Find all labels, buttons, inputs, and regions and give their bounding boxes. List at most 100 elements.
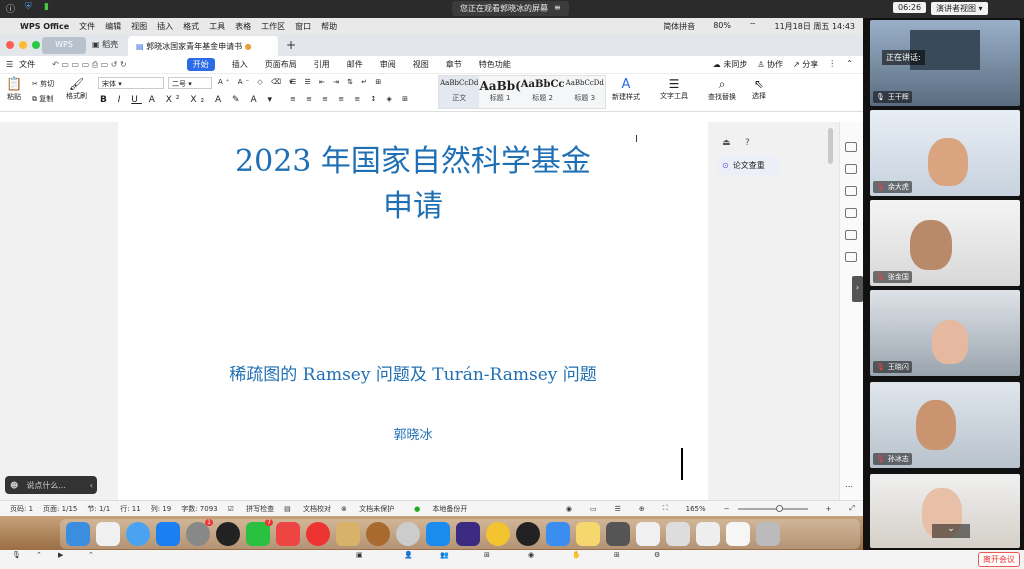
trash-icon[interactable] (756, 522, 780, 546)
backup-button[interactable]: ● 本地备份开 (404, 504, 467, 514)
edit-tool-icon[interactable] (845, 142, 857, 152)
screen-share-icon[interactable]: ▣ (356, 551, 368, 563)
participant-tile[interactable]: ⌄ (870, 474, 1020, 548)
tab-references[interactable]: 引用 (314, 59, 330, 70)
speaker-view-button[interactable]: 演讲者视图 ▾ (931, 2, 988, 15)
mac-menu-view[interactable]: 视图 (131, 21, 147, 32)
microphone-icon[interactable]: 🎙 (12, 551, 24, 563)
collab-button[interactable]: ♙ 协作 (757, 59, 783, 70)
web-view-icon[interactable]: ⊕ (639, 505, 645, 513)
participant-tile[interactable]: 🎙 张金国 (870, 200, 1020, 286)
more-icon[interactable]: ⋮ (828, 59, 836, 70)
zoom-slider[interactable] (737, 504, 808, 512)
menu-icon[interactable]: ≡ (554, 3, 561, 14)
feishu-icon[interactable] (546, 522, 570, 546)
document-title[interactable]: 2023 年国家自然科学基金 申请 (118, 146, 708, 222)
invite-icon[interactable]: 👤 (404, 551, 416, 563)
tab-home[interactable]: 开始 (186, 58, 215, 71)
share-button[interactable]: ↗ 分享 (793, 59, 818, 70)
zoom-in-icon[interactable]: + (826, 505, 832, 513)
participant-tile[interactable]: 🎙 孙冰志 (870, 382, 1020, 468)
battery-level[interactable]: 80% (713, 21, 731, 32)
close-window-icon[interactable] (6, 41, 14, 49)
text-tools-button[interactable]: ☰ 文字工具 (660, 77, 688, 101)
maximize-window-icon[interactable] (32, 41, 40, 49)
style-normal[interactable]: AaBbCcDd 正文 (439, 76, 480, 108)
chat-collapse-icon[interactable]: ‹ (90, 481, 93, 490)
cut-button[interactable]: ✂ 剪切 (32, 79, 54, 89)
mic-options-icon[interactable]: ⌃ (36, 551, 48, 563)
find-replace-button[interactable]: ⌕ 查找替换 (708, 77, 736, 102)
tab-chapter[interactable]: 章节 (446, 59, 462, 70)
collapse-ribbon-icon[interactable]: ⌃ (846, 59, 853, 70)
status-pages[interactable]: 页面: 1/15 (43, 504, 77, 514)
mac-menu-tools[interactable]: 工具 (209, 21, 225, 32)
tab-page-layout[interactable]: 页面布局 (265, 59, 297, 70)
font-family-select[interactable]: 宋体 ▾ (98, 77, 164, 89)
finder-icon[interactable] (66, 522, 90, 546)
collapse-panel-button[interactable]: › (852, 276, 863, 302)
tab-special[interactable]: 特色功能 (479, 59, 511, 70)
tex-icon[interactable] (396, 522, 420, 546)
qq-icon[interactable] (216, 522, 240, 546)
tab-mail[interactable]: 邮件 (347, 59, 363, 70)
font-size-select[interactable]: 二号 ▾ (168, 77, 212, 89)
participants-icon[interactable]: 👥 (440, 551, 452, 563)
font-size-tools[interactable]: A⁺ A⁻ ◇ ⌫ ▾ (218, 78, 296, 86)
music-icon[interactable] (306, 522, 330, 546)
document-subtitle[interactable]: 稀疏图的 Ramsey 问题及 Turán-Ramsey 问题 (118, 360, 708, 385)
chrome-icon[interactable] (486, 522, 510, 546)
status-col[interactable]: 列: 19 (151, 504, 172, 514)
new-style-button[interactable]: A 新建样式 (612, 77, 640, 102)
camera-icon[interactable]: ▶ (58, 551, 70, 563)
leave-meeting-button[interactable]: 离开会议 (978, 552, 1020, 567)
status-page[interactable]: 页码: 1 (10, 504, 33, 514)
page-view-icon[interactable]: ▭ (590, 505, 597, 513)
record-icon[interactable] (516, 522, 540, 546)
hamburger-icon[interactable]: ☰ (6, 60, 13, 69)
history-tool-icon[interactable] (845, 252, 857, 262)
outline-view-icon[interactable]: ☰ (615, 505, 621, 513)
paste-button[interactable]: 📋 粘贴 (6, 77, 22, 102)
more-apps-icon[interactable]: ⊞ (614, 551, 626, 563)
datetime[interactable]: 11月18日 周五 14:43 (775, 21, 856, 32)
help-icon[interactable]: ? (745, 138, 750, 148)
record-button-icon[interactable]: ◉ (528, 551, 540, 563)
mac-menu-insert[interactable]: 插入 (157, 21, 173, 32)
style-heading3[interactable]: AaBbCcDd 标题 3 (565, 76, 605, 108)
fullscreen-icon[interactable]: ⤢ (849, 504, 855, 513)
paper-check-button[interactable]: ⊙ 论文查重 (718, 156, 780, 175)
format-painter-button[interactable]: 🖌 格式刷 (66, 77, 87, 101)
more-tools-icon[interactable]: ⋯ (845, 482, 853, 491)
list-buttons[interactable]: ☰ ☰ ⇤ ⇥ ⇅ ↵ ⊞ (290, 78, 384, 86)
select-button[interactable]: ⇖ 选择 (752, 77, 766, 101)
tab-insert[interactable]: 插入 (232, 59, 248, 70)
signal-icon[interactable]: ▮ (44, 2, 49, 12)
shield-icon[interactable]: ⛨ (25, 2, 32, 12)
preview-icon[interactable] (696, 522, 720, 546)
app-name[interactable]: WPS Office (20, 22, 69, 31)
acorn-icon[interactable] (366, 522, 390, 546)
menu-file[interactable]: 文件 (19, 59, 35, 70)
panel-toggle-icon[interactable]: ⏏ (722, 138, 731, 148)
status-words[interactable]: 字数: 7093 (181, 504, 217, 514)
notes-app-icon[interactable] (336, 522, 360, 546)
chat-emoji-icon[interactable]: ☻ (10, 481, 18, 490)
files-icon[interactable] (726, 522, 750, 546)
mac-menu-help[interactable]: 帮助 (321, 21, 337, 32)
mac-menu-file[interactable]: 文件 (79, 21, 95, 32)
tab-docer[interactable]: ▣ 稻壳 (92, 39, 118, 50)
terminal-icon[interactable] (606, 522, 630, 546)
apps-icon[interactable]: ⊞ (484, 551, 496, 563)
mac-menu-table[interactable]: 表格 (235, 21, 251, 32)
pdf-file-icon[interactable] (666, 522, 690, 546)
zoom-value[interactable]: 165% (686, 505, 706, 513)
safari-icon[interactable] (126, 522, 150, 546)
select-tool-icon[interactable] (845, 164, 857, 174)
align-buttons[interactable]: ≡ ≡ ≡ ≡ ≡ ↕ ◈ ⊞ (290, 95, 412, 103)
zoom-out-icon[interactable]: − (724, 505, 730, 513)
meeting-app-icon[interactable] (426, 522, 450, 546)
settings-icon[interactable]: 1 (186, 519, 213, 546)
appstore-icon[interactable] (156, 522, 180, 546)
eye-icon[interactable]: ◉ (566, 505, 572, 513)
